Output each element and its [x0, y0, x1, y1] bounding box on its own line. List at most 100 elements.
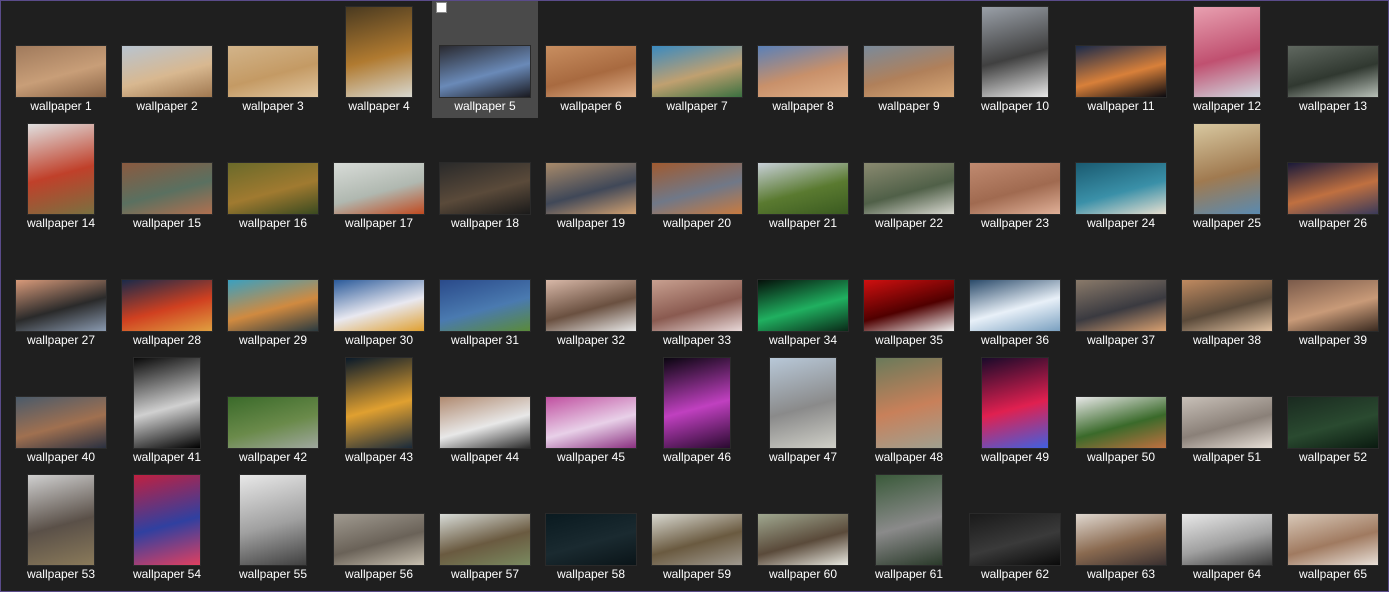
file-item[interactable]: wallpaper 65	[1280, 469, 1386, 586]
file-name-label: wallpaper 5	[454, 99, 516, 113]
file-item[interactable]: wallpaper 35	[856, 235, 962, 352]
file-item[interactable]: wallpaper 60	[750, 469, 856, 586]
thumbnail-frame	[8, 118, 114, 214]
file-item[interactable]: wallpaper 1	[8, 1, 114, 118]
file-item[interactable]: wallpaper 39	[1280, 235, 1386, 352]
image-thumbnail	[122, 280, 212, 331]
file-name-label: wallpaper 29	[238, 333, 308, 347]
file-item[interactable]: wallpaper 17	[326, 118, 432, 235]
file-item[interactable]: wallpaper 56	[326, 469, 432, 586]
file-item[interactable]: wallpaper 20	[644, 118, 750, 235]
file-item[interactable]: wallpaper 53	[8, 469, 114, 586]
image-thumbnail	[16, 397, 106, 448]
file-item[interactable]: wallpaper 28	[114, 235, 220, 352]
file-item[interactable]: wallpaper 48	[856, 352, 962, 469]
file-item[interactable]: wallpaper 21	[750, 118, 856, 235]
file-item[interactable]: wallpaper 32	[538, 235, 644, 352]
file-item[interactable]: wallpaper 24	[1068, 118, 1174, 235]
file-item[interactable]: wallpaper 8	[750, 1, 856, 118]
file-item[interactable]: wallpaper 9	[856, 1, 962, 118]
image-thumbnail	[1076, 280, 1166, 331]
file-item[interactable]: wallpaper 62	[962, 469, 1068, 586]
file-item[interactable]: wallpaper 54	[114, 469, 220, 586]
file-item[interactable]: wallpaper 5	[432, 1, 538, 118]
thumbnail-frame	[1174, 118, 1280, 214]
file-name-label: wallpaper 22	[874, 216, 944, 230]
image-thumbnail	[1076, 514, 1166, 565]
file-item[interactable]: wallpaper 57	[432, 469, 538, 586]
file-item[interactable]: wallpaper 26	[1280, 118, 1386, 235]
file-item[interactable]: wallpaper 36	[962, 235, 1068, 352]
image-thumbnail	[546, 514, 636, 565]
file-item[interactable]: wallpaper 18	[432, 118, 538, 235]
file-item[interactable]: wallpaper 29	[220, 235, 326, 352]
file-item[interactable]: wallpaper 40	[8, 352, 114, 469]
file-item[interactable]: wallpaper 2	[114, 1, 220, 118]
image-thumbnail	[240, 475, 306, 565]
file-item[interactable]: wallpaper 49	[962, 352, 1068, 469]
file-item[interactable]: wallpaper 42	[220, 352, 326, 469]
image-thumbnail	[546, 46, 636, 97]
file-item[interactable]: wallpaper 51	[1174, 352, 1280, 469]
file-item[interactable]: wallpaper 63	[1068, 469, 1174, 586]
file-item[interactable]: wallpaper 55	[220, 469, 326, 586]
file-item[interactable]: wallpaper 34	[750, 235, 856, 352]
file-item[interactable]: wallpaper 10	[962, 1, 1068, 118]
thumbnail-frame	[962, 1, 1068, 97]
file-item[interactable]: wallpaper 3	[220, 1, 326, 118]
file-item[interactable]: wallpaper 44	[432, 352, 538, 469]
file-item[interactable]: wallpaper 45	[538, 352, 644, 469]
image-thumbnail	[864, 46, 954, 97]
file-item[interactable]: wallpaper 33	[644, 235, 750, 352]
thumbnail-frame	[8, 352, 114, 448]
file-item[interactable]: wallpaper 43	[326, 352, 432, 469]
file-item[interactable]: wallpaper 19	[538, 118, 644, 235]
file-item[interactable]: wallpaper 50	[1068, 352, 1174, 469]
image-thumbnail	[876, 475, 942, 565]
file-item[interactable]: wallpaper 11	[1068, 1, 1174, 118]
file-item[interactable]: wallpaper 58	[538, 469, 644, 586]
file-name-label: wallpaper 19	[556, 216, 626, 230]
file-item[interactable]: wallpaper 6	[538, 1, 644, 118]
file-item[interactable]: wallpaper 52	[1280, 352, 1386, 469]
file-item[interactable]: wallpaper 12	[1174, 1, 1280, 118]
thumbnail-frame	[538, 352, 644, 448]
file-item[interactable]: wallpaper 30	[326, 235, 432, 352]
file-name-label: wallpaper 56	[344, 567, 414, 581]
image-thumbnail	[652, 280, 742, 331]
file-item[interactable]: wallpaper 59	[644, 469, 750, 586]
image-thumbnail	[1076, 46, 1166, 97]
file-item[interactable]: wallpaper 14	[8, 118, 114, 235]
thumbnail-frame	[538, 118, 644, 214]
file-item[interactable]: wallpaper 13	[1280, 1, 1386, 118]
file-item[interactable]: wallpaper 22	[856, 118, 962, 235]
thumbnail-frame	[750, 235, 856, 331]
file-item[interactable]: wallpaper 46	[644, 352, 750, 469]
file-name-label: wallpaper 11	[1087, 99, 1155, 113]
thumbnail-frame	[644, 469, 750, 565]
file-item[interactable]: wallpaper 27	[8, 235, 114, 352]
thumbnail-frame	[220, 352, 326, 448]
thumbnail-frame	[1280, 235, 1386, 331]
image-thumbnail	[1182, 514, 1272, 565]
image-thumbnail	[1076, 397, 1166, 448]
file-item[interactable]: wallpaper 25	[1174, 118, 1280, 235]
file-name-label: wallpaper 64	[1192, 567, 1262, 581]
file-name-label: wallpaper 35	[874, 333, 944, 347]
thumbnail-frame	[856, 1, 962, 97]
file-item[interactable]: wallpaper 7	[644, 1, 750, 118]
file-item[interactable]: wallpaper 61	[856, 469, 962, 586]
file-item[interactable]: wallpaper 23	[962, 118, 1068, 235]
file-item[interactable]: wallpaper 16	[220, 118, 326, 235]
file-item[interactable]: wallpaper 37	[1068, 235, 1174, 352]
file-item[interactable]: wallpaper 64	[1174, 469, 1280, 586]
file-name-label: wallpaper 42	[238, 450, 308, 464]
image-thumbnail	[982, 358, 1048, 448]
file-item[interactable]: wallpaper 47	[750, 352, 856, 469]
file-item[interactable]: wallpaper 41	[114, 352, 220, 469]
file-item[interactable]: wallpaper 38	[1174, 235, 1280, 352]
file-item[interactable]: wallpaper 31	[432, 235, 538, 352]
file-item[interactable]: wallpaper 15	[114, 118, 220, 235]
file-name-label: wallpaper 62	[980, 567, 1050, 581]
file-item[interactable]: wallpaper 4	[326, 1, 432, 118]
